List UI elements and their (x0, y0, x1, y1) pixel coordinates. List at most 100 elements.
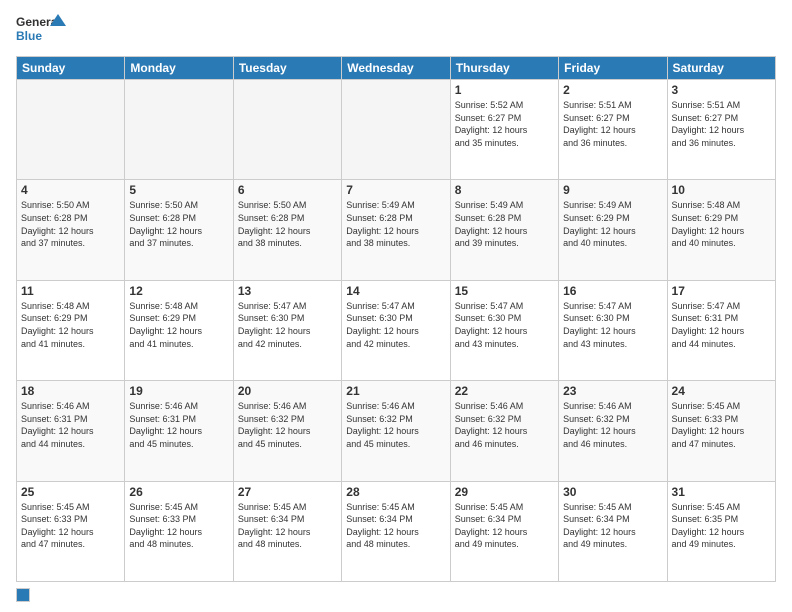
day-number: 20 (238, 384, 337, 398)
day-info: Sunrise: 5:45 AM Sunset: 6:33 PM Dayligh… (21, 501, 120, 551)
weekday-header-monday: Monday (125, 57, 233, 80)
day-number: 21 (346, 384, 445, 398)
calendar-cell: 26Sunrise: 5:45 AM Sunset: 6:33 PM Dayli… (125, 481, 233, 581)
day-info: Sunrise: 5:48 AM Sunset: 6:29 PM Dayligh… (129, 300, 228, 350)
day-number: 17 (672, 284, 771, 298)
calendar-table: SundayMondayTuesdayWednesdayThursdayFrid… (16, 56, 776, 582)
calendar-cell: 14 Sunrise: 5:47 AM Sunset: 6:30 PM Dayli… (342, 280, 450, 380)
logo-svg: General Blue (16, 12, 66, 48)
day-number: 31 (672, 485, 771, 499)
day-info: Sunrise: 5:45 AM Sunset: 6:33 PM Dayligh… (672, 400, 771, 450)
day-info: Sunrise: 5:45 AM Sunset: 6:34 PM Dayligh… (238, 501, 337, 551)
calendar-cell: 24 Sunrise: 5:45 AM Sunset: 6:33 PM Dayli… (667, 381, 775, 481)
day-number: 12 (129, 284, 228, 298)
day-info: Sunrise: 5:46 AM Sunset: 6:31 PM Dayligh… (21, 400, 120, 450)
day-number: 15 (455, 284, 554, 298)
calendar-cell: 8Sunrise: 5:49 AM Sunset: 6:28 PM Daylig… (450, 180, 558, 280)
calendar-cell: 17 Sunrise: 5:47 AM Sunset: 6:31 PM Dayli… (667, 280, 775, 380)
day-number: 25 (21, 485, 120, 499)
calendar-cell: 10Sunrise: 5:48 AM Sunset: 6:29 PM Dayli… (667, 180, 775, 280)
calendar-cell: 27 Sunrise: 5:45 AM Sunset: 6:34 PM Dayli… (233, 481, 341, 581)
day-number: 5 (129, 183, 228, 197)
page: General Blue SundayMondayTuesdayWednesda… (0, 0, 792, 612)
calendar-cell: 12 Sunrise: 5:48 AM Sunset: 6:29 PM Dayli… (125, 280, 233, 380)
day-info: Sunrise: 5:48 AM Sunset: 6:29 PM Dayligh… (672, 199, 771, 249)
week-row-1: 1Sunrise: 5:52 AM Sunset: 6:27 PM Daylig… (17, 80, 776, 180)
day-info: Sunrise: 5:45 AM Sunset: 6:34 PM Dayligh… (563, 501, 662, 551)
day-info: Sunrise: 5:45 AM Sunset: 6:35 PM Dayligh… (672, 501, 771, 551)
day-info: Sunrise: 5:50 AM Sunset: 6:28 PM Dayligh… (129, 199, 228, 249)
day-number: 29 (455, 485, 554, 499)
day-number: 7 (346, 183, 445, 197)
day-info: Sunrise: 5:47 AM Sunset: 6:30 PM Dayligh… (455, 300, 554, 350)
day-info: Sunrise: 5:47 AM Sunset: 6:31 PM Dayligh… (672, 300, 771, 350)
calendar-cell: 23 Sunrise: 5:46 AM Sunset: 6:32 PM Dayli… (559, 381, 667, 481)
day-info: Sunrise: 5:46 AM Sunset: 6:31 PM Dayligh… (129, 400, 228, 450)
day-number: 18 (21, 384, 120, 398)
calendar-cell: 29 Sunrise: 5:45 AM Sunset: 6:34 PM Dayli… (450, 481, 558, 581)
day-number: 2 (563, 83, 662, 97)
week-row-3: 11Sunrise: 5:48 AM Sunset: 6:29 PM Dayli… (17, 280, 776, 380)
calendar-cell: 28Sunrise: 5:45 AM Sunset: 6:34 PM Dayli… (342, 481, 450, 581)
calendar-cell: 5 Sunrise: 5:50 AM Sunset: 6:28 PM Daylig… (125, 180, 233, 280)
day-number: 1 (455, 83, 554, 97)
day-info: Sunrise: 5:49 AM Sunset: 6:29 PM Dayligh… (563, 199, 662, 249)
day-info: Sunrise: 5:48 AM Sunset: 6:29 PM Dayligh… (21, 300, 120, 350)
day-info: Sunrise: 5:49 AM Sunset: 6:28 PM Dayligh… (455, 199, 554, 249)
day-info: Sunrise: 5:46 AM Sunset: 6:32 PM Dayligh… (455, 400, 554, 450)
day-info: Sunrise: 5:47 AM Sunset: 6:30 PM Dayligh… (346, 300, 445, 350)
calendar-cell: 21 Sunrise: 5:46 AM Sunset: 6:32 PM Dayli… (342, 381, 450, 481)
day-number: 22 (455, 384, 554, 398)
day-number: 14 (346, 284, 445, 298)
weekday-header-thursday: Thursday (450, 57, 558, 80)
calendar-cell: 19Sunrise: 5:46 AM Sunset: 6:31 PM Dayli… (125, 381, 233, 481)
day-info: Sunrise: 5:46 AM Sunset: 6:32 PM Dayligh… (346, 400, 445, 450)
calendar-cell: 11Sunrise: 5:48 AM Sunset: 6:29 PM Dayli… (17, 280, 125, 380)
calendar-cell: 1Sunrise: 5:52 AM Sunset: 6:27 PM Daylig… (450, 80, 558, 180)
calendar-cell: 2 Sunrise: 5:51 AM Sunset: 6:27 PM Daylig… (559, 80, 667, 180)
day-number: 6 (238, 183, 337, 197)
day-info: Sunrise: 5:46 AM Sunset: 6:32 PM Dayligh… (563, 400, 662, 450)
calendar-cell: 6 Sunrise: 5:50 AM Sunset: 6:28 PM Daylig… (233, 180, 341, 280)
calendar-cell: 18 Sunrise: 5:46 AM Sunset: 6:31 PM Dayli… (17, 381, 125, 481)
day-number: 3 (672, 83, 771, 97)
calendar-cell: 4Sunrise: 5:50 AM Sunset: 6:28 PM Daylig… (17, 180, 125, 280)
day-info: Sunrise: 5:51 AM Sunset: 6:27 PM Dayligh… (672, 99, 771, 149)
legend-color-box (16, 588, 30, 602)
day-number: 23 (563, 384, 662, 398)
logo: General Blue (16, 12, 66, 48)
weekday-header-tuesday: Tuesday (233, 57, 341, 80)
day-number: 24 (672, 384, 771, 398)
weekday-header-friday: Friday (559, 57, 667, 80)
calendar-cell: 30 Sunrise: 5:45 AM Sunset: 6:34 PM Dayli… (559, 481, 667, 581)
week-row-2: 4Sunrise: 5:50 AM Sunset: 6:28 PM Daylig… (17, 180, 776, 280)
day-info: Sunrise: 5:50 AM Sunset: 6:28 PM Dayligh… (21, 199, 120, 249)
calendar-cell: 15 Sunrise: 5:47 AM Sunset: 6:30 PM Dayli… (450, 280, 558, 380)
calendar-cell: 3 Sunrise: 5:51 AM Sunset: 6:27 PM Daylig… (667, 80, 775, 180)
day-number: 9 (563, 183, 662, 197)
day-number: 28 (346, 485, 445, 499)
calendar-cell (233, 80, 341, 180)
calendar-cell: 31 Sunrise: 5:45 AM Sunset: 6:35 PM Dayli… (667, 481, 775, 581)
day-number: 30 (563, 485, 662, 499)
weekday-header-wednesday: Wednesday (342, 57, 450, 80)
day-info: Sunrise: 5:51 AM Sunset: 6:27 PM Dayligh… (563, 99, 662, 149)
day-number: 13 (238, 284, 337, 298)
week-row-5: 25 Sunrise: 5:45 AM Sunset: 6:33 PM Dayli… (17, 481, 776, 581)
day-number: 27 (238, 485, 337, 499)
calendar-cell (125, 80, 233, 180)
day-info: Sunrise: 5:47 AM Sunset: 6:30 PM Dayligh… (238, 300, 337, 350)
day-number: 16 (563, 284, 662, 298)
week-row-4: 18 Sunrise: 5:46 AM Sunset: 6:31 PM Dayli… (17, 381, 776, 481)
calendar-cell: 13 Sunrise: 5:47 AM Sunset: 6:30 PM Dayli… (233, 280, 341, 380)
calendar-cell: 7Sunrise: 5:49 AM Sunset: 6:28 PM Daylig… (342, 180, 450, 280)
calendar-cell (342, 80, 450, 180)
day-number: 26 (129, 485, 228, 499)
weekday-header-saturday: Saturday (667, 57, 775, 80)
day-info: Sunrise: 5:45 AM Sunset: 6:34 PM Dayligh… (455, 501, 554, 551)
weekday-header-sunday: Sunday (17, 57, 125, 80)
day-info: Sunrise: 5:50 AM Sunset: 6:28 PM Dayligh… (238, 199, 337, 249)
footer (16, 588, 776, 602)
calendar-cell: 16Sunrise: 5:47 AM Sunset: 6:30 PM Dayli… (559, 280, 667, 380)
calendar-cell: 9 Sunrise: 5:49 AM Sunset: 6:29 PM Daylig… (559, 180, 667, 280)
